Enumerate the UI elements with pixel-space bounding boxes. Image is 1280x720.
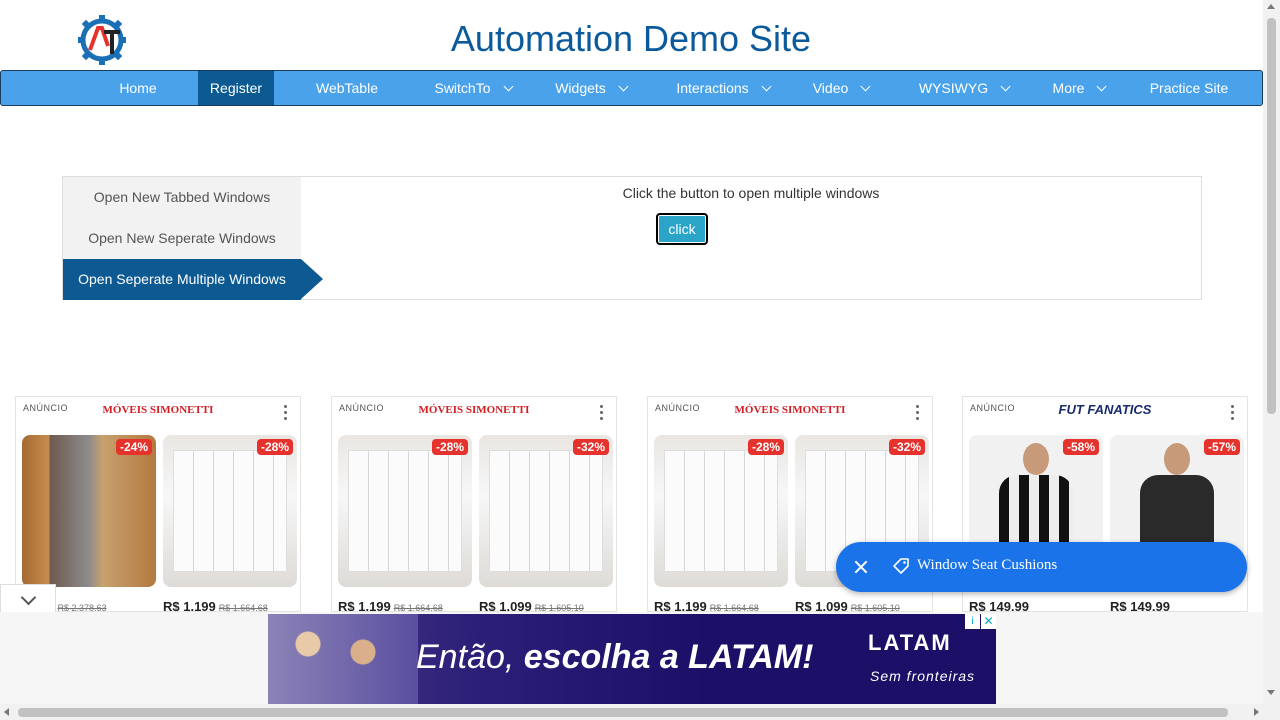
- product-image[interactable]: -32%: [479, 435, 613, 587]
- window-tabs: Open New Tabbed Windows Open New Seperat…: [63, 177, 323, 300]
- nav-register[interactable]: Register: [198, 71, 274, 105]
- windows-panel: Open New Tabbed Windows Open New Seperat…: [62, 176, 1202, 300]
- banner-headline: Então, escolha a LATAM!: [416, 638, 814, 676]
- product-image[interactable]: -24%: [22, 435, 156, 587]
- collapse-ads-toggle[interactable]: [0, 584, 56, 612]
- main-navbar: Home Register WebTable SwitchTo Widgets …: [0, 70, 1263, 106]
- chevron-down-icon: [618, 81, 629, 92]
- product-price: R$ 1.099 R$ 1.605,10: [795, 599, 900, 612]
- scroll-left-icon[interactable]: [4, 708, 9, 716]
- close-icon[interactable]: [851, 557, 871, 577]
- product-price: R$ 1.099 R$ 1.605,10: [479, 599, 584, 612]
- latam-banner-ad[interactable]: Então, escolha a LATAM! LATAM Sem fronte…: [268, 614, 996, 704]
- pill-search-link[interactable]: Window Seat Cushions: [917, 557, 1057, 574]
- banner-photo: [268, 614, 418, 704]
- more-options-icon[interactable]: [284, 405, 288, 421]
- ad-close-icon[interactable]: ✕: [981, 614, 996, 629]
- vertical-scroll-thumb[interactable]: [1267, 18, 1276, 414]
- brand-logo: MÓVEIS SIMONETTI: [102, 404, 214, 416]
- brand-logo: FUT FANATICS: [1058, 402, 1152, 417]
- more-options-icon[interactable]: [916, 405, 920, 421]
- discount-badge: -28%: [256, 439, 293, 455]
- brand-logo: MÓVEIS SIMONETTI: [418, 404, 530, 416]
- nav-video[interactable]: Video: [801, 71, 881, 105]
- site-title: Automation Demo Site: [450, 18, 812, 59]
- discount-badge: -28%: [747, 439, 784, 455]
- chevron-down-icon: [503, 81, 513, 92]
- brand-logo: MÓVEIS SIMONETTI: [734, 404, 846, 416]
- nav-switchto[interactable]: SwitchTo: [421, 71, 525, 105]
- vertical-scrollbar[interactable]: [1263, 0, 1280, 720]
- product-price: R$ 149,99: [969, 599, 1029, 612]
- latam-logo: LATAM: [868, 630, 952, 655]
- nav-practice-site[interactable]: Practice Site: [1139, 71, 1239, 105]
- tab-new-seperate-windows[interactable]: Open New Seperate Windows: [63, 218, 301, 259]
- product-price: R$ 1.199 R$ 1.664,68: [654, 599, 759, 612]
- ad-info-icon[interactable]: i: [965, 614, 980, 629]
- product-price: R$ 149,99: [1110, 599, 1170, 612]
- nav-interactions[interactable]: Interactions: [661, 71, 785, 105]
- tag-icon: [893, 558, 909, 574]
- latam-slogan: Sem fronteiras: [870, 668, 976, 684]
- horizontal-scrollbar[interactable]: [0, 704, 1263, 720]
- scroll-up-icon[interactable]: [1267, 4, 1275, 9]
- product-image[interactable]: -28%: [654, 435, 788, 587]
- discount-badge: -58%: [1062, 439, 1099, 455]
- nav-wysiwyg[interactable]: WYSIWYG: [906, 71, 1022, 105]
- instruction-text: Click the button to open multiple window…: [622, 185, 880, 201]
- more-options-icon[interactable]: [600, 405, 604, 421]
- discount-badge: -28%: [431, 439, 468, 455]
- discount-badge: -57%: [1203, 439, 1240, 455]
- page: Automation Demo Site Home Register WebTa…: [0, 0, 1280, 720]
- ad-card[interactable]: ANÚNCIO MÓVEIS SIMONETTI -24% -28% 99R$ …: [15, 396, 301, 612]
- product-image[interactable]: -28%: [338, 435, 472, 587]
- chevron-down-icon: [761, 81, 772, 92]
- nav-widgets[interactable]: Widgets: [541, 71, 641, 105]
- tab-new-tabbed-windows[interactable]: Open New Tabbed Windows: [63, 177, 301, 218]
- discount-badge: -32%: [572, 439, 609, 455]
- scroll-right-icon[interactable]: [1254, 708, 1259, 716]
- nav-webtable[interactable]: WebTable: [297, 71, 397, 105]
- discount-badge: -32%: [888, 439, 925, 455]
- nav-more[interactable]: More: [1041, 71, 1117, 105]
- scroll-down-icon[interactable]: [1267, 690, 1275, 695]
- nav-home[interactable]: Home: [101, 71, 175, 105]
- product-price: R$ 1.199 R$ 1.664,68: [163, 599, 268, 612]
- chevron-down-icon: [1097, 81, 1107, 92]
- product-image[interactable]: -28%: [163, 435, 297, 587]
- floating-search-pill: Window Seat Cushions: [836, 542, 1247, 592]
- chevron-down-icon: [1000, 81, 1011, 92]
- ad-card[interactable]: ANÚNCIO MÓVEIS SIMONETTI -28% -32% R$ 1.…: [331, 396, 617, 612]
- tab-seperate-multiple-windows[interactable]: Open Seperate Multiple Windows: [63, 259, 323, 300]
- chevron-down-icon: [860, 81, 871, 92]
- more-options-icon[interactable]: [1231, 405, 1235, 421]
- product-price: R$ 1.199 R$ 1.664,68: [338, 599, 443, 612]
- open-windows-button[interactable]: click: [656, 213, 708, 245]
- horizontal-scroll-thumb[interactable]: [18, 708, 1228, 717]
- discount-badge: -24%: [115, 439, 152, 455]
